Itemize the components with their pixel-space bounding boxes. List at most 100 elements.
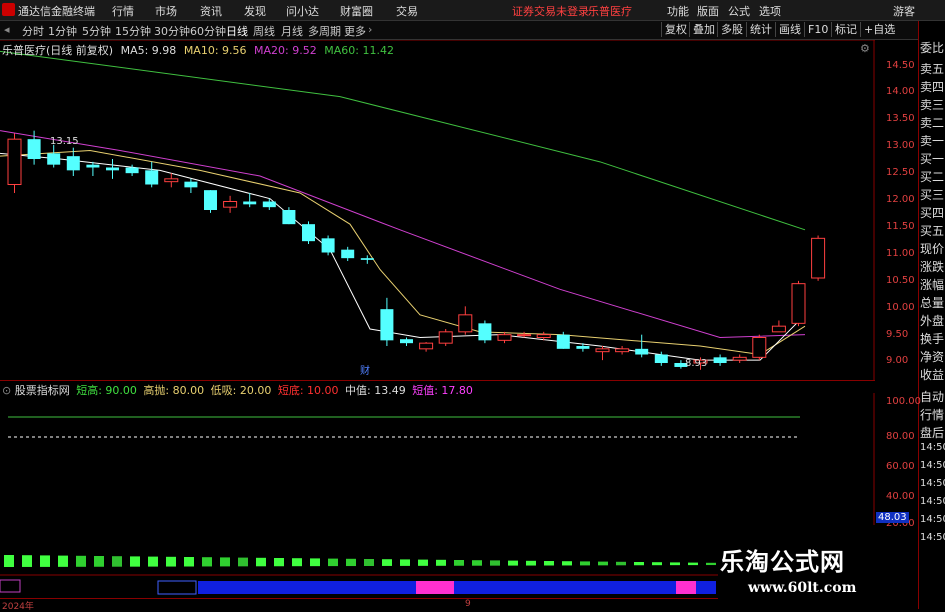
- candle-body: [282, 210, 296, 225]
- indicator-chart[interactable]: [0, 393, 875, 525]
- period-more[interactable]: 更多: [344, 23, 366, 39]
- menu-trade[interactable]: 交易: [396, 3, 418, 19]
- login-warning[interactable]: 证券交易未登录: [512, 3, 589, 19]
- period-30min[interactable]: 30分钟: [154, 23, 190, 39]
- signal-bar: [454, 560, 464, 566]
- signal-bar: [508, 560, 518, 566]
- period-15min[interactable]: 15分钟: [115, 23, 151, 39]
- add-watchlist-button[interactable]: +自选: [860, 22, 898, 37]
- period-daily[interactable]: 日线: [226, 23, 248, 39]
- order-book-item: 买五: [920, 224, 945, 238]
- order-book-item: 14:50: [920, 514, 945, 525]
- signal-bar: [202, 557, 212, 567]
- signal-bar: [274, 558, 284, 567]
- signal-bar: [634, 562, 644, 566]
- menu-ask[interactable]: 问小达: [286, 3, 319, 19]
- year-label: 2024年: [2, 602, 34, 612]
- candle-body: [204, 190, 217, 210]
- axis-label: 100.00: [886, 396, 921, 407]
- order-book-item: 买三: [920, 188, 945, 202]
- candle-body: [556, 334, 570, 349]
- candle-body: [262, 201, 276, 208]
- order-book-item: 买二: [920, 170, 945, 184]
- axis-label: 80.00: [886, 431, 915, 442]
- settings-gear-icon[interactable]: ⚙: [860, 42, 870, 55]
- period-weekly[interactable]: 周线: [253, 23, 275, 39]
- order-book-item: 收益: [920, 368, 945, 382]
- multi-stock-button[interactable]: 多股: [717, 22, 746, 37]
- order-book-item: 换手: [920, 332, 945, 346]
- finance-annotation[interactable]: 财: [360, 364, 370, 377]
- overlay-button[interactable]: 叠加: [689, 22, 718, 37]
- period-multi[interactable]: 多周期: [308, 23, 341, 39]
- ma20-label: MA20: 9.52: [254, 44, 317, 57]
- order-book-item: 现价: [920, 242, 945, 256]
- period-timeshare[interactable]: 分时: [22, 23, 44, 39]
- axis-label: 13.00: [886, 140, 915, 151]
- axis-label: 13.50: [886, 113, 915, 124]
- indicator-axis: 100.00 80.00 60.00 40.00 20.00 48.03: [876, 393, 921, 529]
- candle-body: [223, 201, 238, 208]
- period-toolbar: ◂ 分时 1分钟 5分钟 15分钟 30分钟 60分钟 日线 周线 月线 多周期…: [0, 21, 945, 40]
- candle-body: [86, 164, 100, 168]
- menu-wealth[interactable]: 财富圈: [340, 3, 373, 19]
- chevron-right-icon: ›: [368, 23, 373, 36]
- signal-bar: [382, 559, 392, 566]
- signal-bar: [328, 558, 338, 567]
- candle-body: [732, 356, 747, 361]
- adjust-button[interactable]: 复权: [661, 22, 690, 37]
- axis-label: 14.00: [886, 86, 915, 97]
- menu-news[interactable]: 资讯: [200, 3, 222, 19]
- menu-market[interactable]: 市场: [155, 3, 177, 19]
- menu-formula[interactable]: 公式: [728, 3, 750, 19]
- watermark-url: www.60lt.com: [748, 580, 857, 596]
- candle-body: [654, 354, 668, 363]
- signal-bar: [364, 559, 374, 566]
- order-book-item: 涨跌: [920, 260, 945, 274]
- menu-quotes[interactable]: 行情: [112, 3, 134, 19]
- candle-body: [47, 153, 61, 165]
- order-book-item: 14:50: [920, 532, 945, 543]
- ma60-line: [0, 50, 806, 231]
- signal-bar: [130, 556, 140, 567]
- high-price-label: 13.15: [50, 136, 79, 147]
- axis-label: 60.00: [886, 461, 915, 472]
- period-monthly[interactable]: 月线: [281, 23, 303, 39]
- signal-bar: [670, 562, 680, 566]
- candle-body: [7, 138, 22, 185]
- candle-body: [106, 167, 119, 171]
- order-book-panel: 委比 卖五 卖四 卖三 卖二 卖一 买一 买二 买三 买四 买五 现价 涨跌 涨幅 总量 外盘 换手 净资 收益 自动…: [918, 21, 945, 609]
- candle-body: [713, 357, 727, 363]
- mark-button[interactable]: 标记: [831, 22, 860, 37]
- axis-label: 11.50: [886, 221, 915, 232]
- period-60min[interactable]: 60分钟: [190, 23, 226, 39]
- guest-label[interactable]: 游客: [893, 3, 915, 19]
- axis-label: 12.50: [886, 167, 915, 178]
- menu-options[interactable]: 选项: [759, 3, 781, 19]
- menu-function[interactable]: 功能: [667, 3, 689, 19]
- period-1min[interactable]: 1分钟: [48, 23, 77, 39]
- order-book-item: 外盘: [920, 314, 945, 328]
- draw-button[interactable]: 画线: [775, 22, 804, 37]
- stock-name-title: 乐普医疗: [588, 5, 632, 18]
- axis-label: 11.00: [886, 248, 915, 259]
- order-book-item: 自动: [920, 390, 945, 404]
- menu-discover[interactable]: 发现: [244, 3, 266, 19]
- candle-body: [164, 178, 179, 183]
- axis-label: 40.00: [886, 491, 915, 502]
- kline-chart[interactable]: 13.15 8.93 财: [0, 40, 875, 380]
- signal-bar: [598, 561, 608, 566]
- period-5min[interactable]: 5分钟: [82, 23, 111, 39]
- stats-button[interactable]: 统计: [746, 22, 775, 37]
- f10-button[interactable]: F10: [804, 22, 831, 37]
- signal-bar: [706, 562, 716, 566]
- period-nav-icon[interactable]: ◂: [4, 23, 10, 36]
- ma60-label: MA60: 11.42: [324, 44, 394, 57]
- menu-layout[interactable]: 版面: [697, 3, 719, 19]
- candle-body: [125, 167, 139, 174]
- candle-body: [243, 201, 257, 205]
- month-label: 9: [465, 599, 471, 609]
- order-book-item: 净资: [920, 350, 945, 364]
- current-indicator-value: 48.03: [876, 512, 909, 523]
- axis-label: 10.50: [886, 275, 915, 286]
